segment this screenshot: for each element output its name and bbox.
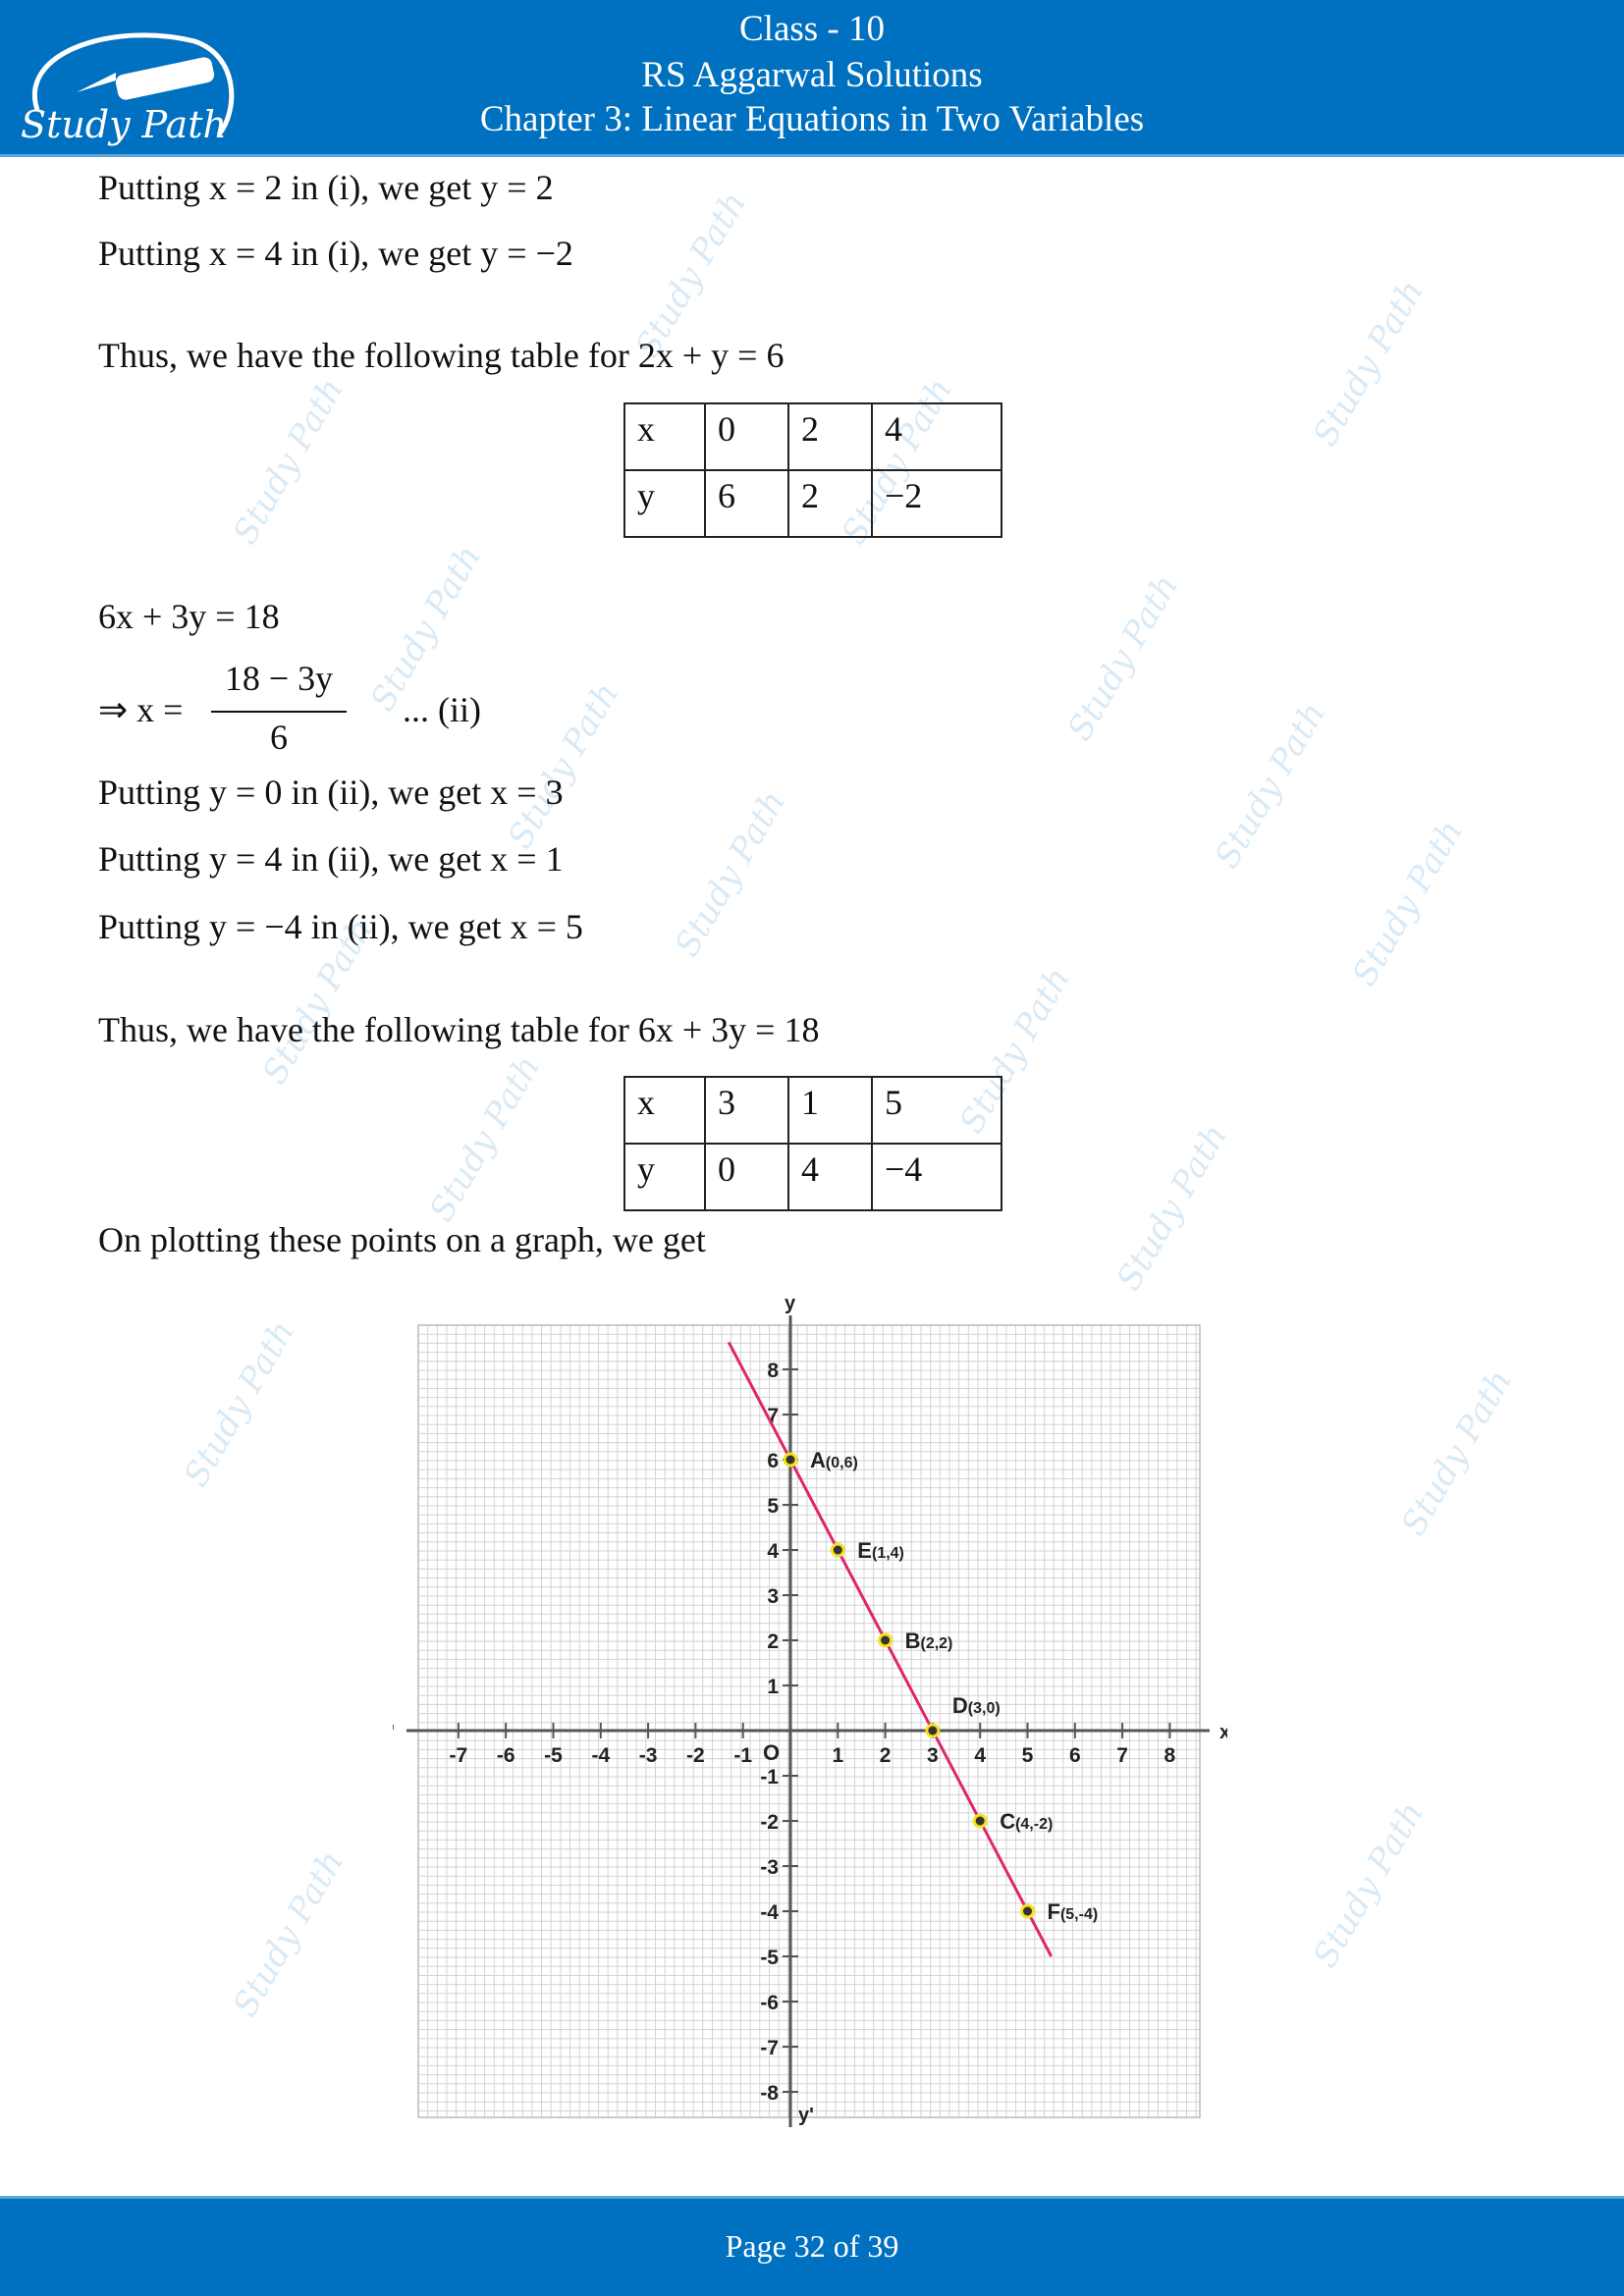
data-point <box>783 1452 798 1468</box>
watermark: Study Path <box>1305 273 1433 454</box>
header-book: RS Aggarwal Solutions <box>641 55 983 95</box>
y-tick-label: 6 <box>767 1450 779 1472</box>
table-cell: 2 <box>787 402 873 471</box>
x-tick-label: -1 <box>733 1744 752 1767</box>
page-header: Study Path Class - 10 RS Aggarwal Soluti… <box>0 0 1624 157</box>
origin-label: O <box>763 1740 780 1765</box>
table2-caption: Thus, we have the following table for 6x… <box>98 1010 820 1049</box>
table-cell: 4 <box>787 1143 873 1211</box>
table1-caption: Thus, we have the following table for 2x… <box>98 336 785 375</box>
table-cell: 3 <box>704 1076 789 1145</box>
watermark: Study Path <box>1109 1117 1236 1298</box>
graph-caption: On plotting these points on a graph, we … <box>98 1220 706 1259</box>
text-line: Putting y = 0 in (ii), we get x = 3 <box>98 773 564 812</box>
table-cell: y <box>623 1143 706 1211</box>
watermark: Study Path <box>176 1313 303 1494</box>
text-line: Putting x = 4 in (i), we get y = −2 <box>98 234 573 273</box>
y-tick-label: 8 <box>767 1360 779 1382</box>
table-cell: 2 <box>787 469 873 538</box>
table-cell: 1 <box>787 1076 873 1145</box>
page-number: Page 32 of 39 <box>725 2228 899 2264</box>
fraction-prefix: ⇒ x = <box>98 690 184 729</box>
y-axis-label: y <box>785 1293 796 1314</box>
y-axis-neg-label: y' <box>798 2105 814 2126</box>
graph-chart: xx'yy'O-7-6-5-4-3-2-11234567887654321-1-… <box>393 1293 1227 2127</box>
x-tick-label: 3 <box>927 1744 939 1767</box>
watermark: Study Path <box>1344 813 1472 993</box>
table-row: y 0 4 −4 <box>623 1143 1002 1211</box>
y-tick-label: -4 <box>760 1901 779 1924</box>
watermark: Study Path <box>1059 567 1187 748</box>
table-row: x 0 2 4 <box>623 402 1002 471</box>
watermark: Study Path <box>1305 1794 1433 1975</box>
y-tick-label: 3 <box>767 1585 779 1608</box>
table-cell: 5 <box>871 1076 1002 1145</box>
watermark: Study Path <box>500 675 627 856</box>
y-tick-label: -7 <box>760 2037 779 2059</box>
y-tick-label: -3 <box>760 1856 779 1879</box>
x-tick-label: 1 <box>832 1744 843 1767</box>
y-tick-label: -8 <box>760 2082 779 2105</box>
data-point <box>925 1723 941 1738</box>
table-6x-plus-3y: x 3 1 5 y 0 4 −4 <box>623 1076 1002 1211</box>
watermark: Study Path <box>1207 695 1334 876</box>
watermark: Study Path <box>225 1843 352 2024</box>
x-tick-label: 2 <box>880 1744 892 1767</box>
fraction-denominator: 6 <box>270 718 288 757</box>
x-tick-label: -3 <box>639 1744 658 1767</box>
table-2x-plus-y: x 0 2 4 y 6 2 −2 <box>623 402 1002 538</box>
x-tick-label: -2 <box>686 1744 705 1767</box>
x-tick-label: 7 <box>1116 1744 1128 1767</box>
table-cell: x <box>623 1076 706 1145</box>
fraction-bar <box>211 711 347 713</box>
y-tick-label: -6 <box>760 1992 779 2014</box>
header-chapter: Chapter 3: Linear Equations in Two Varia… <box>479 99 1145 139</box>
y-tick-label: -2 <box>760 1811 779 1834</box>
text-line: Putting x = 2 in (i), we get y = 2 <box>98 168 554 207</box>
table-cell: x <box>623 402 706 471</box>
x-axis-label: x <box>1219 1722 1227 1743</box>
text-line: Putting y = 4 in (ii), we get x = 1 <box>98 839 564 879</box>
x-tick-label: -6 <box>497 1744 515 1767</box>
table-row: x 3 1 5 <box>623 1076 1002 1145</box>
page-footer: Page 32 of 39 <box>0 2196 1624 2296</box>
table-cell: 6 <box>704 469 789 538</box>
watermark: Study Path <box>667 783 794 964</box>
x-tick-label: -7 <box>450 1744 468 1767</box>
table-cell: 0 <box>704 402 789 471</box>
watermark: Study Path <box>225 371 352 552</box>
x-axis-neg-label: x' <box>393 1722 395 1743</box>
x-tick-label: 5 <box>1022 1744 1034 1767</box>
table-cell: −2 <box>871 469 1002 538</box>
data-point <box>878 1632 893 1648</box>
data-point <box>1020 1903 1035 1919</box>
y-tick-label: 4 <box>767 1540 779 1563</box>
text-line: Putting y = −4 in (ii), we get x = 5 <box>98 907 583 946</box>
table-cell: y <box>623 469 706 538</box>
x-tick-label: -4 <box>591 1744 610 1767</box>
equation-ref: ... (ii) <box>403 690 481 729</box>
table-cell: 0 <box>704 1143 789 1211</box>
table-row: y 6 2 −2 <box>623 469 1002 538</box>
table-cell: −4 <box>871 1143 1002 1211</box>
watermark: Study Path <box>1393 1362 1521 1543</box>
equation-2: 6x + 3y = 18 <box>98 597 280 636</box>
y-tick-label: 5 <box>767 1495 779 1518</box>
x-tick-label: -5 <box>544 1744 563 1767</box>
header-class: Class - 10 <box>739 9 885 49</box>
x-tick-label: 6 <box>1069 1744 1081 1767</box>
data-point <box>830 1542 845 1558</box>
y-tick-label: -1 <box>760 1766 779 1789</box>
y-tick-label: -5 <box>760 1947 779 1969</box>
x-tick-label: 4 <box>974 1744 986 1767</box>
table-cell: 4 <box>871 402 1002 471</box>
fraction-numerator: 18 − 3y <box>224 659 334 698</box>
y-tick-label: 1 <box>767 1676 779 1698</box>
point-label: D(3,0) <box>952 1693 1001 1718</box>
y-tick-label: 2 <box>767 1630 779 1653</box>
data-point <box>972 1813 988 1829</box>
x-tick-label: 8 <box>1164 1744 1176 1767</box>
watermark: Study Path <box>421 1048 549 1229</box>
